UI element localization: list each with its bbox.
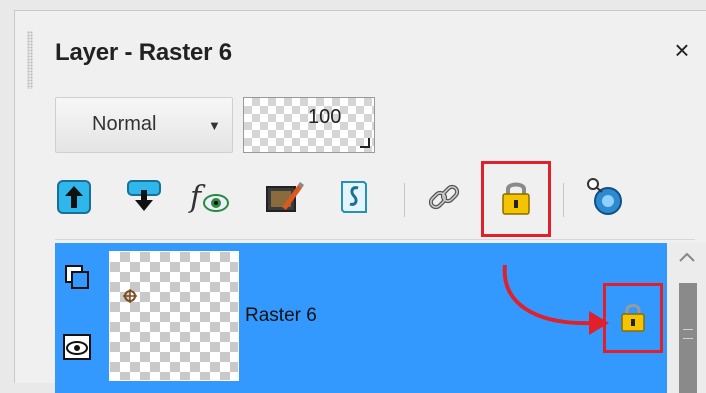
layer-group-icon[interactable] [63,263,91,291]
panel-grip[interactable] [27,31,33,89]
scroll-thumb[interactable] [679,283,697,393]
opacity-value: 100 [308,106,342,128]
layer-script-button[interactable] [333,177,375,221]
link-layers-button[interactable] [423,177,465,221]
layer-content-mark [122,288,138,309]
layer-panel: Layer - Raster 6 × Normal ▼ 100 f Raster… [14,10,706,393]
visibility-eye-icon[interactable] [63,333,91,361]
resize-handle-icon [360,138,370,148]
layer-target-button[interactable] [585,177,627,221]
edit-layer-button[interactable] [263,177,305,221]
layer-thumbnail [109,251,239,381]
move-layer-down-icon [125,178,163,221]
toolbar-divider [404,183,405,217]
layer-list-scrollbar[interactable] [667,243,706,393]
layer-effects-button[interactable]: f [188,177,232,222]
close-button[interactable]: × [670,37,694,63]
layer-name: Raster 6 [245,305,317,326]
edit-layer-icon [264,179,304,220]
svg-text:f: f [188,180,206,215]
toolbar-divider [563,183,564,217]
toolbar-bottom-divider [55,239,695,240]
move-layer-down-button[interactable] [123,177,165,221]
chevron-down-icon: ▼ [208,118,221,133]
blend-mode-value: Normal [92,113,157,135]
panel-title: Layer - Raster 6 [55,39,232,66]
move-layer-up-button[interactable] [53,177,95,221]
target-icon [586,177,626,222]
blend-mode-dropdown[interactable]: Normal ▼ [55,97,233,153]
link-layers-icon [426,179,462,220]
move-layer-up-icon [56,179,92,220]
opacity-field[interactable]: 100 [243,97,375,153]
lock-indicator-callout [603,283,663,353]
lock-button-callout [481,161,551,237]
layer-effects-icon: f [188,177,232,222]
layer-script-icon [336,178,372,221]
layer-row[interactable]: Raster 6 [55,243,667,393]
callout-arrow-icon [502,264,609,335]
chevron-up-icon[interactable] [677,249,697,265]
